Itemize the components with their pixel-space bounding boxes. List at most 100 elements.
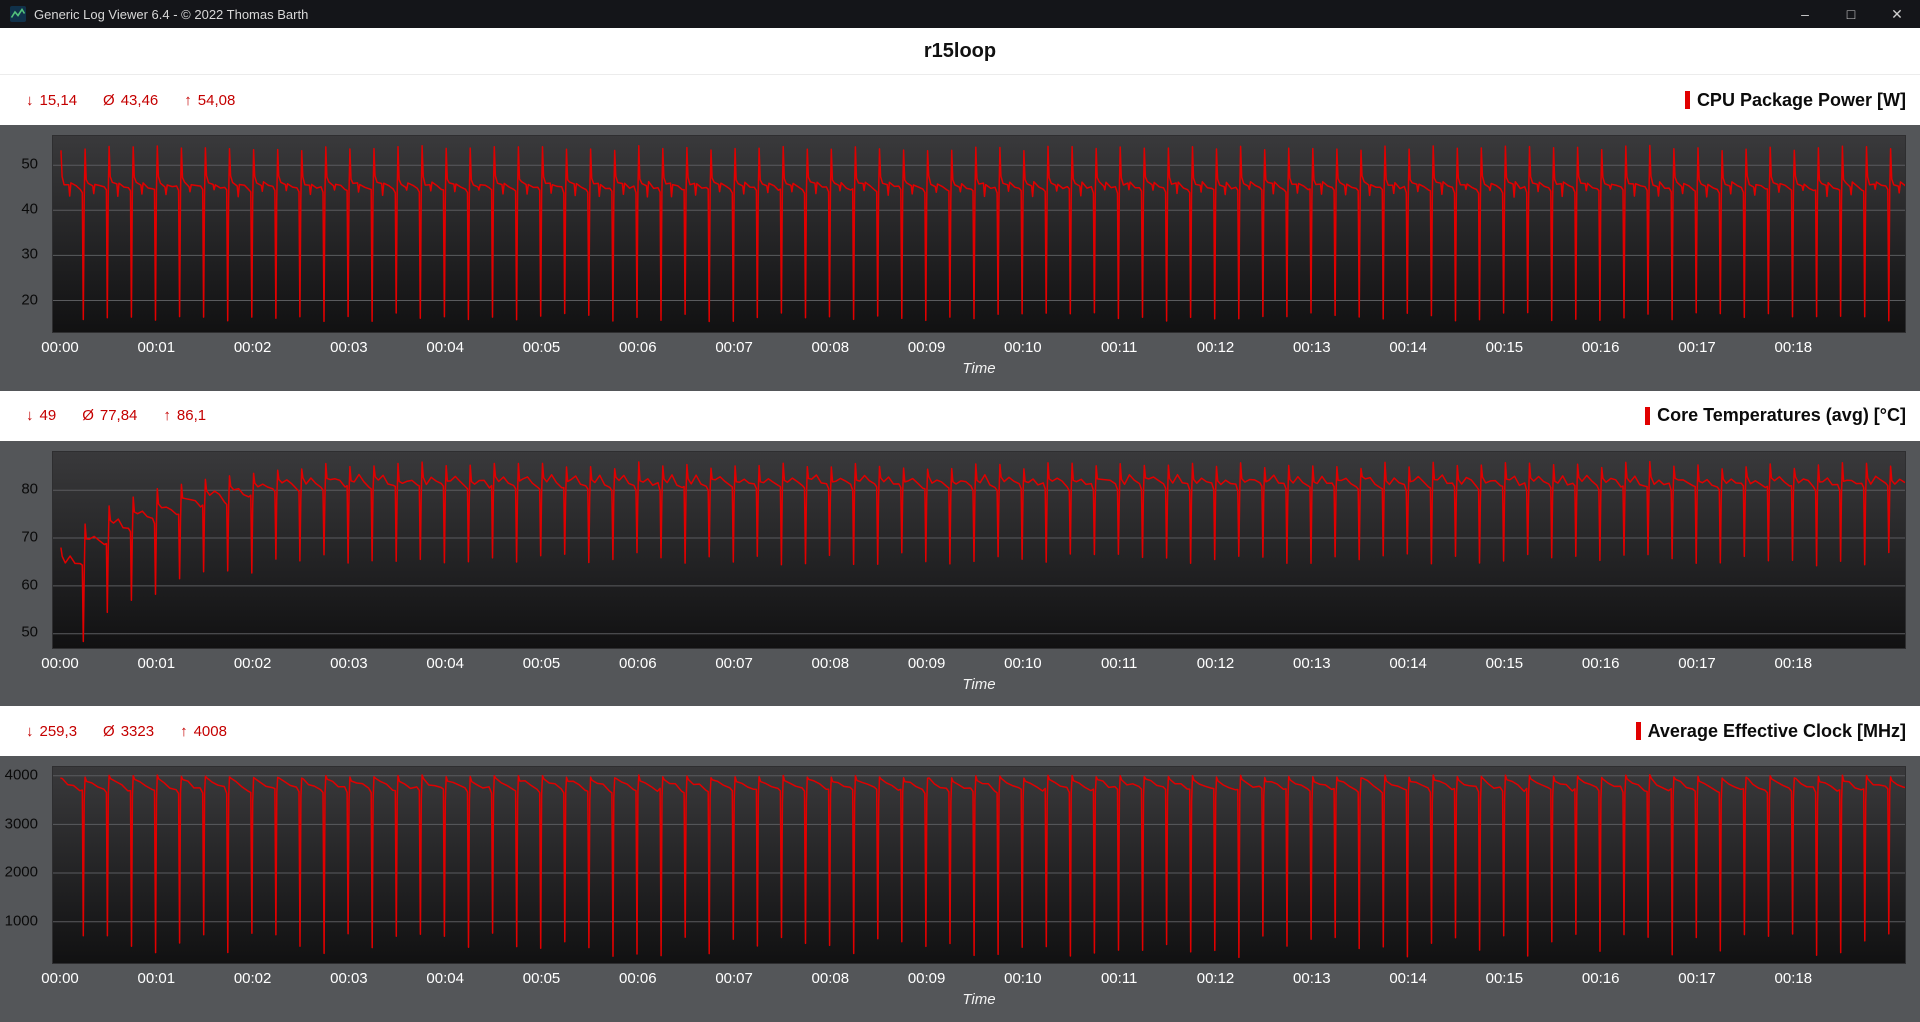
y-tick-label: 2000 [4,863,38,881]
x-tick-label: 00:13 [1293,339,1331,356]
x-tick-label: 00:00 [41,339,79,356]
chart-svg [53,460,1905,642]
x-tick-label: 00:17 [1678,970,1716,988]
series-line [60,460,1905,642]
x-axis-title: Time [962,675,996,693]
x-tick-label: 00:18 [1774,970,1813,988]
stat-avg-value: 3323 [120,722,155,740]
y-tick-label: 80 [21,480,38,498]
x-tick-label: 00:18 [1774,654,1813,672]
x-tick-label: 00:00 [41,970,79,988]
x-tick-label: 00:09 [907,654,946,672]
x-tick-label: 00:16 [1581,970,1620,988]
x-axis-labels: 00:00 00:01 00:02 00:03 00:04 00:05 00:06 00:07… [41,333,1906,360]
plot-area-effective-clock[interactable] [52,766,1906,965]
stat-min: ↓ 259,3 [26,723,77,740]
x-axis-labels: 00:00 00:01 00:02 00:03 00:04 00:05 00:06 00:07… [41,964,1906,991]
y-tick-label: 70 [21,528,38,546]
series-line [60,774,1905,959]
x-tick-label: 00:10 [1004,339,1042,356]
x-tick-label: 00:15 [1485,339,1524,356]
maximize-button[interactable]: □ [1828,0,1874,28]
stat-min: ↓ 15,14 [26,92,77,109]
y-tick-label: 30 [21,245,38,263]
y-tick-label: 50 [21,155,38,173]
x-tick-label: 00:07 [715,339,753,356]
stat-max: ↑ 86,1 [163,407,206,424]
app-icon [10,6,26,22]
average-icon: Ø [82,407,94,425]
x-tick-label: 00:11 [1100,339,1138,356]
x-tick-label: 00:14 [1389,654,1427,672]
close-button[interactable]: ✕ [1874,0,1920,28]
stat-avg: Ø 43,46 [103,92,158,109]
stat-max-value: 4008 [193,722,227,740]
x-axis-labels: 00:00 00:01 00:02 00:03 00:04 00:05 00:06 00:07… [41,649,1906,676]
x-tick-label: 00:03 [330,970,368,988]
minimize-button[interactable]: – [1782,0,1828,28]
average-icon: Ø [103,91,115,109]
stats-row-core-temps: ↓ 49 Ø 77,84 ↑ 86,1 Core Temperatures (a… [0,390,1920,441]
x-tick-label: 00:08 [811,339,850,356]
x-tick-label: 00:16 [1581,654,1620,672]
x-tick-label: 00:15 [1485,654,1524,672]
chart-section-cpu-power: ↓ 15,14 Ø 43,46 ↑ 54,08 CPU Package Powe… [0,75,1920,391]
x-tick-label: 00:05 [522,339,561,356]
x-tick-label: 00:01 [137,339,176,356]
x-tick-label: 00:03 [330,339,368,356]
min-arrow-icon: ↓ [26,407,34,425]
plot-area-core-temps[interactable] [52,450,1906,649]
series-color-swatch [1684,91,1690,109]
chart-panel-core-temps: 50 60 70 80 00:00 00:01 00:02 00:03 00:04 00:05 0… [0,440,1920,707]
chart-title: CPU Package Power [W] [1696,89,1906,110]
y-tick-label: 50 [21,623,38,641]
x-tick-label: 00:18 [1774,339,1813,356]
x-tick-label: 00:12 [1196,654,1235,672]
x-tick-label: 00:08 [811,654,850,672]
y-tick-label: 3000 [4,815,38,833]
plot-area-cpu-power[interactable] [52,135,1906,333]
stat-max: ↑ 4008 [180,723,227,740]
chart-svg [53,144,1905,323]
x-tick-label: 00:02 [233,339,272,356]
series-legend: Core Temperatures (avg) [°C] [1645,405,1906,426]
chart-panel-effective-clock: 1000 2000 3000 4000 00:00 00:01 00:02 00:03 00:… [0,756,1920,1022]
x-tick-label: 00:03 [330,654,368,672]
y-tick-label: 20 [21,291,38,308]
x-tick-label: 00:12 [1196,970,1235,988]
stat-max-value: 86,1 [176,407,207,425]
max-arrow-icon: ↑ [180,722,188,740]
window-title: Generic Log Viewer 6.4 - © 2022 Thomas B… [34,6,309,22]
x-tick-label: 00:01 [137,654,176,672]
x-tick-label: 00:07 [715,654,753,672]
x-tick-label: 00:13 [1293,970,1331,988]
x-tick-label: 00:08 [811,970,850,988]
x-tick-label: 00:09 [907,339,946,356]
stat-avg-value: 77,84 [99,407,138,425]
min-arrow-icon: ↓ [26,722,34,740]
x-tick-label: 00:06 [619,970,657,988]
chart-title: Average Effective Clock [MHz] [1647,720,1906,741]
series-legend: Average Effective Clock [MHz] [1635,720,1906,742]
max-arrow-icon: ↑ [184,91,192,109]
stat-min: ↓ 49 [26,407,56,424]
chart-title: Core Temperatures (avg) [°C] [1657,405,1906,426]
average-icon: Ø [103,722,115,740]
stat-avg: Ø 3323 [103,723,154,740]
series-color-swatch [1645,406,1651,425]
stats-row-effective-clock: ↓ 259,3 Ø 3323 ↑ 4008 Average Effective … [0,706,1920,757]
titlebar: Generic Log Viewer 6.4 - © 2022 Thomas B… [0,0,1920,28]
stats-group: ↓ 259,3 Ø 3323 ↑ 4008 [26,723,227,740]
x-tick-label: 00:17 [1678,339,1716,356]
y-tick-label: 4000 [4,766,38,784]
x-axis-title: Time [962,360,996,377]
x-tick-label: 00:04 [426,654,464,672]
stats-group: ↓ 49 Ø 77,84 ↑ 86,1 [26,407,206,424]
charts-container: ↓ 15,14 Ø 43,46 ↑ 54,08 CPU Package Powe… [0,75,1920,1022]
stat-max: ↑ 54,08 [184,92,235,109]
y-axis-labels: 20 30 40 50 [0,135,44,333]
x-tick-label: 00:09 [907,970,946,988]
stat-min-value: 49 [39,407,57,425]
stat-max-value: 54,08 [197,91,236,109]
x-tick-label: 00:06 [619,654,657,672]
